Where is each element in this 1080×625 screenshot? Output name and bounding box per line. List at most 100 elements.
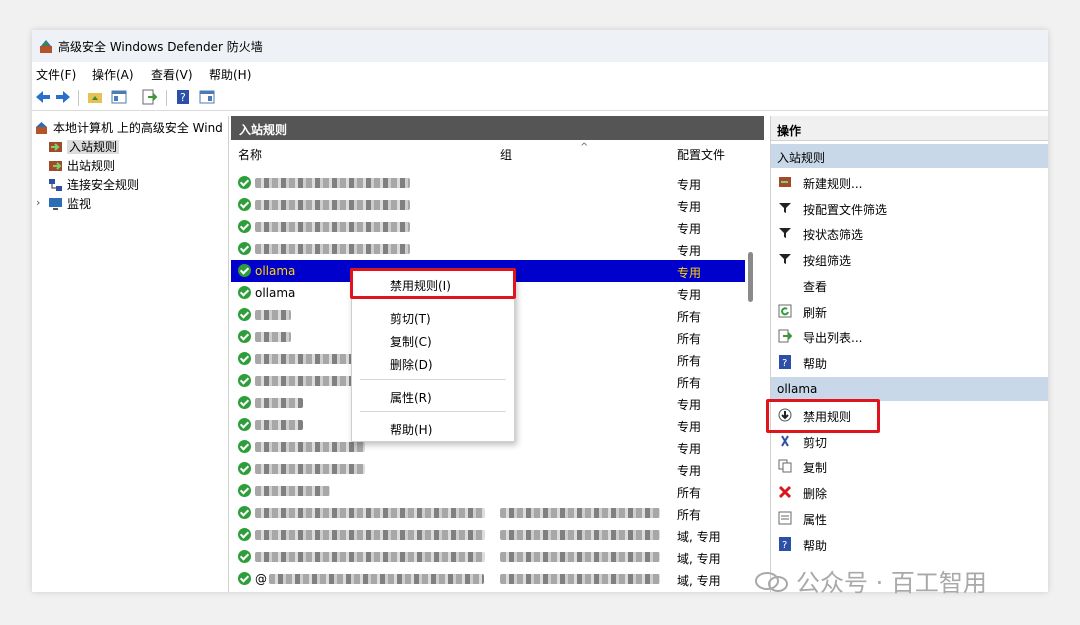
enabled-check-icon <box>238 176 251 189</box>
forward-arrow-icon[interactable] <box>54 88 72 106</box>
action-filter-by-profile[interactable]: 按配置文件筛选 <box>771 196 1048 220</box>
tree-item-monitoring[interactable]: 监视 <box>48 195 91 213</box>
rule-row[interactable]: 专用 <box>231 216 745 238</box>
action-filter-by-state[interactable]: 按状态筛选 <box>771 221 1048 245</box>
enabled-check-icon <box>238 374 251 387</box>
action-refresh[interactable]: 刷新 <box>771 299 1048 323</box>
enabled-check-icon <box>238 462 251 475</box>
context-help[interactable]: 帮助(H) <box>390 421 432 438</box>
action-help[interactable]: ? 帮助 <box>771 532 1048 556</box>
actions-section-label: ollama <box>777 382 818 396</box>
enabled-check-icon <box>238 286 251 299</box>
title-bar: 高级安全 Windows Defender 防火墙 <box>32 30 1048 62</box>
column-header-name[interactable]: 名称 <box>238 146 262 163</box>
view-icon <box>778 278 792 292</box>
redacted-text <box>255 244 410 254</box>
tree-root[interactable]: 本地计算机 上的高级安全 Wind <box>34 119 223 137</box>
highlight-box-context <box>350 268 516 299</box>
tree-label: 出站规则 <box>67 159 116 173</box>
cut-icon <box>781 435 789 447</box>
watermark: 公众号 · 百工智用 <box>754 563 987 598</box>
rule-row[interactable]: 专用 <box>231 458 745 480</box>
action-label: 剪切 <box>803 435 828 450</box>
enabled-check-icon <box>238 572 251 585</box>
highlight-box-action <box>766 399 880 433</box>
menu-help[interactable]: 帮助(H) <box>209 66 251 83</box>
redacted-text <box>255 332 291 342</box>
rule-row[interactable]: 专用 <box>231 172 745 194</box>
rule-profile: 专用 <box>677 266 702 280</box>
redacted-text <box>255 222 410 232</box>
menu-file[interactable]: 文件(F) <box>36 66 76 83</box>
action-filter-by-group[interactable]: 按组筛选 <box>771 247 1048 271</box>
redacted-text <box>255 508 485 518</box>
new-rule-icon <box>779 177 791 187</box>
rule-row[interactable]: 所有 <box>231 480 745 502</box>
rule-name: ollama <box>255 264 296 278</box>
firewall-app-icon <box>40 40 52 53</box>
action-new-rule[interactable]: 新建规则... <box>771 170 1048 194</box>
menu-bar: 文件(F) 操作(A) 查看(V) 帮助(H) <box>32 62 1048 84</box>
expand-chevron-icon[interactable]: › <box>36 196 40 209</box>
redacted-text <box>500 530 660 540</box>
redacted-text <box>255 486 330 496</box>
action-copy[interactable]: 复制 <box>771 454 1048 478</box>
actions-title-bar: 操作 <box>771 116 1048 141</box>
rule-profile: 所有 <box>677 376 702 390</box>
action-properties[interactable]: 属性 <box>771 506 1048 530</box>
rule-profile: 专用 <box>677 288 702 302</box>
actions-section-inbound[interactable]: 入站规则 <box>771 144 1048 168</box>
context-delete[interactable]: 删除(D) <box>390 356 433 373</box>
tree-item-outbound-rules[interactable]: 出站规则 <box>48 157 115 175</box>
context-copy[interactable]: 复制(C) <box>390 333 432 350</box>
rule-row[interactable]: 域, 专用 <box>231 546 745 568</box>
rule-row[interactable]: 专用 <box>231 238 745 260</box>
context-properties[interactable]: 属性(R) <box>390 389 432 406</box>
action-help[interactable]: ? 帮助 <box>771 350 1048 374</box>
action-label: 刷新 <box>803 305 828 320</box>
action-label: 帮助 <box>803 356 828 371</box>
export-list-icon[interactable] <box>140 88 158 106</box>
svg-text:?: ? <box>180 91 186 104</box>
action-delete[interactable]: 删除 <box>771 480 1048 504</box>
watermark-text: 公众号 · 百工智用 <box>796 569 987 597</box>
rule-row[interactable]: @ 域, 专用 <box>231 568 745 590</box>
back-arrow-icon[interactable] <box>34 88 52 106</box>
rule-profile: 所有 <box>677 508 702 522</box>
firewall-icon <box>36 122 47 134</box>
rule-row[interactable]: 域, 专用 <box>231 524 745 546</box>
scrollbar-thumb[interactable] <box>748 252 753 302</box>
help-icon[interactable]: ? <box>174 88 192 106</box>
tree-item-connection-security[interactable]: 连接安全规则 <box>48 176 139 194</box>
rule-row[interactable]: 专用 <box>231 194 745 216</box>
folder-up-icon[interactable] <box>86 88 104 106</box>
action-label: 按组筛选 <box>803 254 852 269</box>
console-tree-icon[interactable] <box>110 88 128 106</box>
action-export-list[interactable]: 导出列表... <box>771 324 1048 348</box>
action-view[interactable]: 查看 <box>771 273 1048 297</box>
toolbar-separator <box>166 90 167 106</box>
tree-item-inbound-rules[interactable]: 入站规则 <box>48 138 120 156</box>
tree-label: 连接安全规则 <box>67 178 140 192</box>
help-icon: ? <box>779 536 791 551</box>
context-separator <box>360 379 506 380</box>
rule-profile: 专用 <box>677 420 702 434</box>
connection-security-icon <box>49 179 62 191</box>
redacted-text <box>255 420 303 430</box>
rule-profile: 所有 <box>677 486 702 500</box>
actions-section-ollama[interactable]: ollama <box>771 377 1048 401</box>
properties-icon <box>778 511 792 525</box>
help-icon: ? <box>779 354 791 369</box>
redacted-text <box>500 508 660 518</box>
tree-root-label: 本地计算机 上的高级安全 Wind <box>53 121 223 135</box>
context-cut[interactable]: 剪切(T) <box>390 310 431 327</box>
column-header-group[interactable]: 组 <box>500 146 512 163</box>
rule-profile: 域, 专用 <box>677 552 721 566</box>
menu-view[interactable]: 查看(V) <box>151 66 193 83</box>
menu-action[interactable]: 操作(A) <box>92 66 134 83</box>
rule-row[interactable]: 所有 <box>231 502 745 524</box>
actions-pane: 操作 入站规则 新建规则... 按配置文件筛选 按状态筛选按组筛选查看刷新导出列表.… <box>770 116 1048 592</box>
column-header-profile[interactable]: 配置文件 <box>677 146 725 163</box>
show-hide-pane-icon[interactable] <box>198 88 216 106</box>
wechat-icon <box>755 572 788 592</box>
